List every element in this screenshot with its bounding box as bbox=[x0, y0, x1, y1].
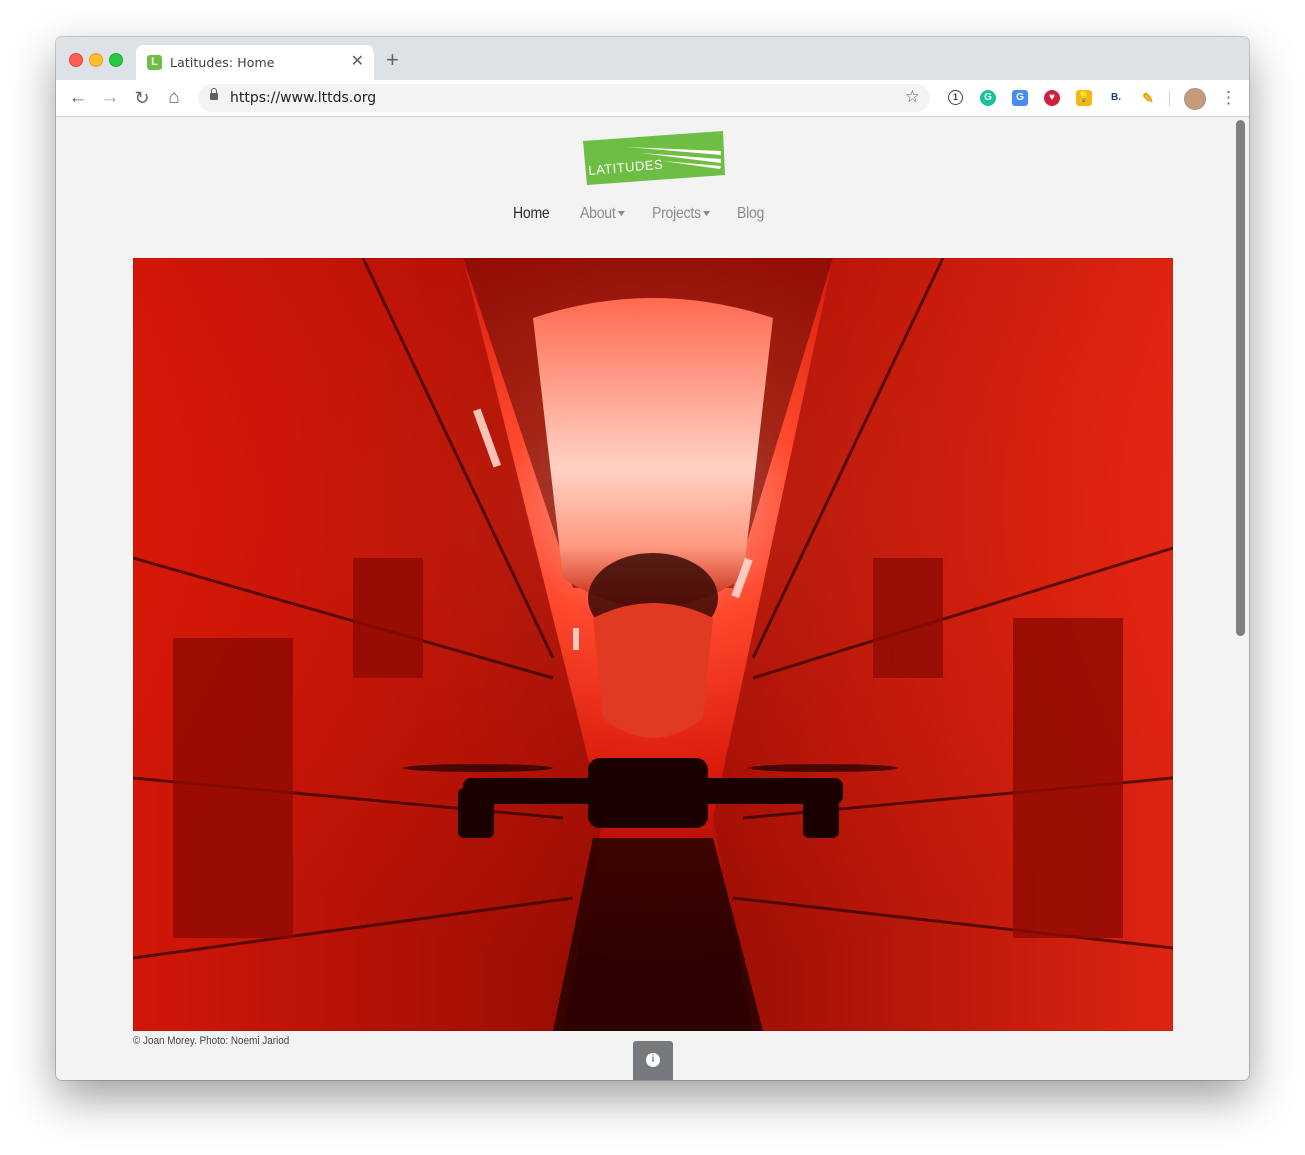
nav-item-label: Projects bbox=[652, 205, 701, 222]
nav-item-label: Home bbox=[513, 205, 550, 222]
info-icon: i bbox=[646, 1053, 660, 1067]
info-button[interactable]: i bbox=[633, 1041, 673, 1080]
back-arrow-icon[interactable]: ← bbox=[66, 80, 90, 116]
browser-tab[interactable]: L Latitudes: Home ✕ bbox=[136, 45, 374, 80]
grammarly-extension-icon[interactable]: G bbox=[980, 90, 996, 106]
scrollbar-thumb[interactable] bbox=[1236, 120, 1245, 636]
page-scrollbar[interactable] bbox=[1233, 117, 1249, 1080]
window-maximize-button[interactable] bbox=[109, 53, 123, 67]
url-text[interactable]: https://www.lttds.org bbox=[230, 90, 376, 106]
profile-avatar[interactable] bbox=[1184, 88, 1206, 110]
reload-icon[interactable]: ↻ bbox=[130, 80, 154, 116]
close-tab-icon[interactable]: ✕ bbox=[351, 53, 364, 71]
home-icon[interactable]: ⌂ bbox=[162, 80, 186, 116]
tab-favicon-icon: L bbox=[147, 55, 162, 70]
translate-extension-icon[interactable]: G bbox=[1012, 90, 1028, 106]
pocket-extension-icon[interactable]: ♥ bbox=[1044, 90, 1060, 106]
highlighter-extension-icon[interactable]: ✎ bbox=[1140, 90, 1156, 106]
nav-item-label: Blog bbox=[737, 205, 765, 222]
bookmark-star-icon[interactable]: ☆ bbox=[905, 87, 920, 107]
site-logo[interactable]: LATITUDES bbox=[583, 131, 725, 185]
forward-arrow-icon[interactable]: → bbox=[98, 80, 122, 116]
caret-down-icon bbox=[703, 211, 711, 217]
tab-title: Latitudes: Home bbox=[170, 55, 275, 70]
nav-item-label: About bbox=[580, 205, 616, 222]
main-nav: Home About Projects Blog bbox=[56, 205, 1233, 229]
nav-item-home[interactable]: Home bbox=[513, 205, 550, 223]
page-viewport: LATITUDES Home About Projects Blog © Joa… bbox=[56, 117, 1233, 1080]
keep-extension-icon[interactable]: 💡 bbox=[1076, 90, 1092, 106]
browser-menu-icon[interactable]: ⋮ bbox=[1220, 80, 1237, 116]
browser-window: L Latitudes: Home ✕ + ← → ↻ ⌂ https://ww… bbox=[56, 37, 1249, 1080]
password-manager-extension-icon[interactable]: 1 bbox=[948, 90, 963, 105]
browser-toolbar: ← → ↻ ⌂ https://www.lttds.org ☆ 1 G G ♥ … bbox=[56, 80, 1249, 117]
window-minimize-button[interactable] bbox=[89, 53, 103, 67]
tab-strip: L Latitudes: Home ✕ + bbox=[56, 37, 1249, 80]
caret-down-icon bbox=[618, 211, 626, 217]
address-bar[interactable]: https://www.lttds.org ☆ bbox=[198, 84, 930, 112]
lock-icon[interactable] bbox=[210, 88, 218, 100]
new-tab-icon[interactable]: + bbox=[386, 49, 399, 71]
nav-item-blog[interactable]: Blog bbox=[737, 205, 764, 223]
window-close-button[interactable] bbox=[69, 53, 83, 67]
toolbar-separator bbox=[1169, 91, 1170, 106]
booking-extension-icon[interactable]: B. bbox=[1108, 90, 1124, 106]
hero-image bbox=[133, 258, 1173, 1031]
nav-item-about[interactable]: About bbox=[580, 205, 626, 223]
image-caption: © Joan Morey. Photo: Noemi Jariod bbox=[133, 1035, 290, 1047]
nav-item-projects[interactable]: Projects bbox=[652, 205, 711, 223]
